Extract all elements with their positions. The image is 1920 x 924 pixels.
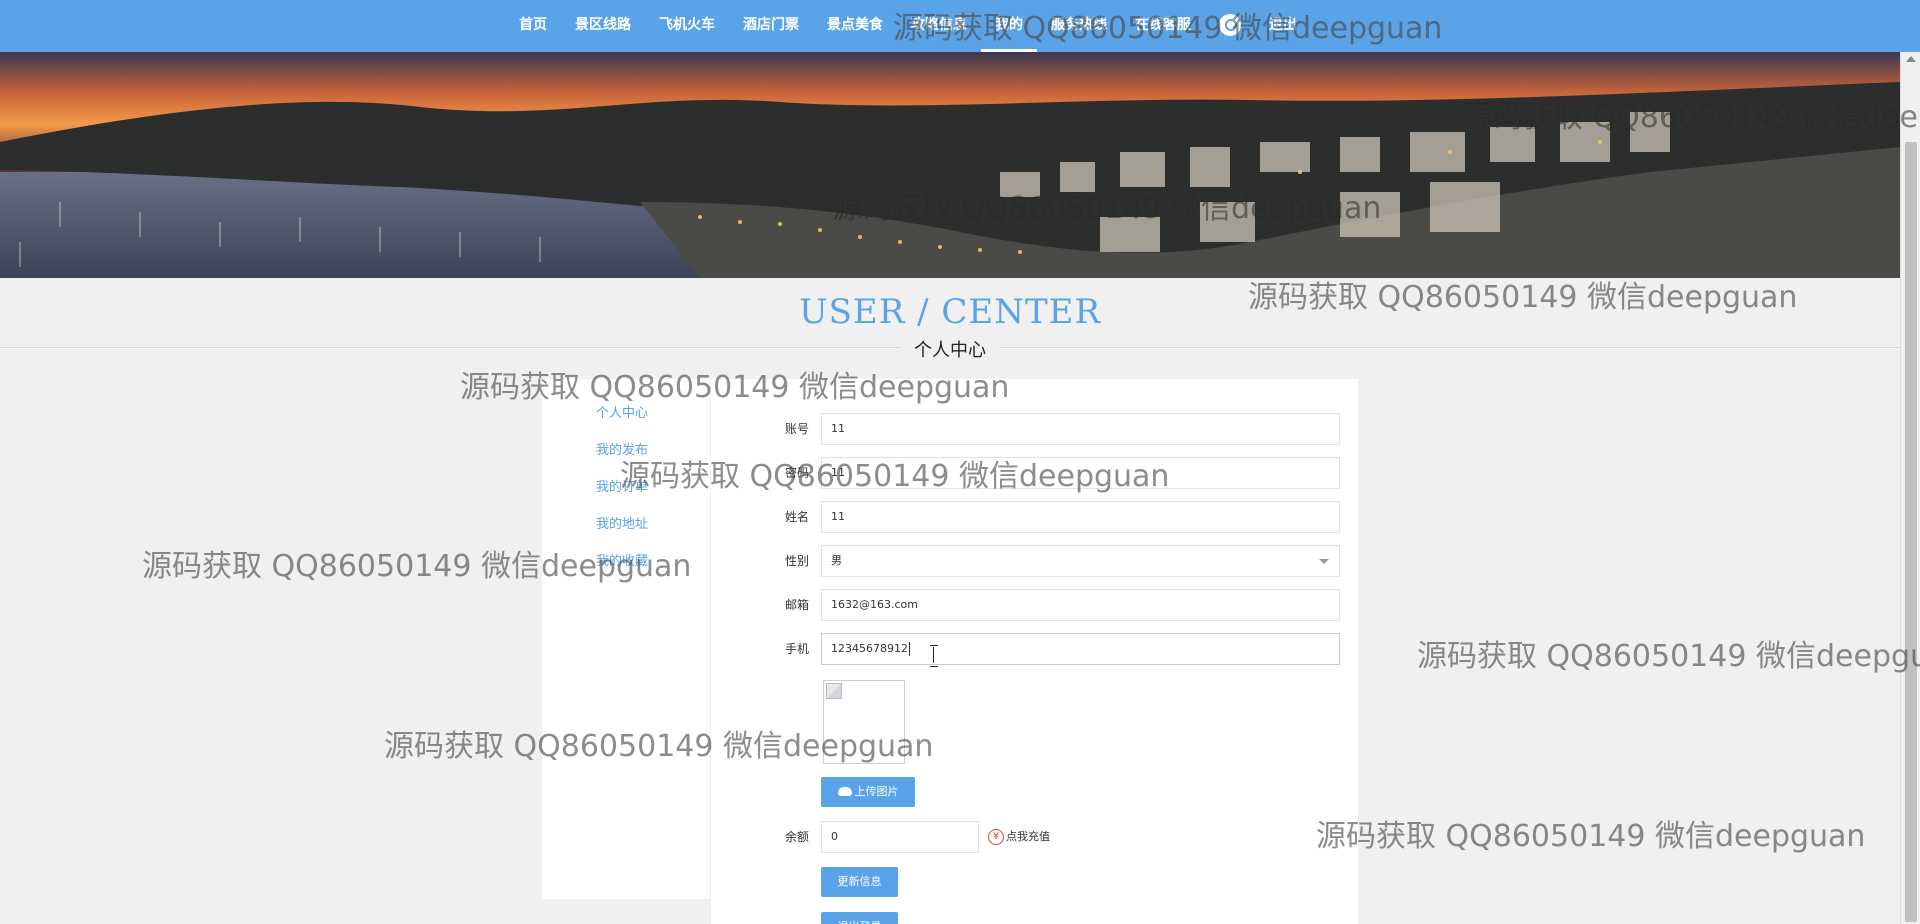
chevron-down-icon <box>1319 559 1329 564</box>
nav-item-scenic-food[interactable]: 景点美食 <box>813 0 897 52</box>
phone-label: 手机 <box>784 642 809 656</box>
nav-item-hotel-tickets[interactable]: 酒店门票 <box>729 0 813 52</box>
upload-image-button[interactable]: 上传图片 <box>821 777 915 807</box>
phone-field[interactable]: 12345678912 <box>821 633 1340 665</box>
hero-banner <box>0 52 1900 278</box>
yen-icon: ¥ <box>988 829 1004 845</box>
watermark: 源码获取 QQ86050149 微信deepguan <box>1316 819 1866 854</box>
sidebar-item-my-posts[interactable]: 我的发布 <box>596 439 648 458</box>
gender-select-value: 男 <box>831 554 842 567</box>
email-field[interactable]: 1632@163.com <box>821 589 1340 621</box>
nav-item-home[interactable]: 首页 <box>505 0 561 52</box>
nav-item-guides[interactable]: 攻略信息 <box>897 0 981 52</box>
nav-item-hotline[interactable]: 服务热线 <box>1037 0 1121 52</box>
upload-image-label: 上传图片 <box>854 785 899 798</box>
text-caret <box>908 642 910 656</box>
user-center-sidebar: 个人中心 我的发布 我的订单 我的地址 我的收藏 <box>542 379 710 899</box>
phone-field-value: 12345678912 <box>831 642 908 655</box>
top-navbar: 首页 景区线路 飞机火车 酒店门票 景点美食 攻略信息 我的 服务热线 在线客服… <box>0 0 1920 52</box>
page-title-cn: 个人中心 <box>900 336 1000 362</box>
account-label: 账号 <box>784 422 809 436</box>
cloud-upload-icon <box>837 786 852 796</box>
page-scrollbar[interactable] <box>1900 52 1920 924</box>
nav-item-flights-trains[interactable]: 飞机火车 <box>645 0 729 52</box>
nav-item-logout[interactable]: 退出 <box>1255 0 1311 52</box>
avatar-image-preview <box>823 680 905 764</box>
gender-label: 性别 <box>784 554 809 568</box>
balance-label: 余额 <box>784 830 809 844</box>
password-label: 密码 <box>784 466 809 480</box>
recharge-label: 点我充值 <box>1006 830 1050 843</box>
sidebar-item-profile[interactable]: 个人中心 <box>596 402 648 421</box>
page-title-en: USER / CENTER <box>798 292 1102 332</box>
password-field[interactable]: 11 <box>821 457 1340 489</box>
scrollbar-thumb[interactable] <box>1905 142 1917 922</box>
watermark: 源码获取 QQ86050149 微信deepguan <box>1417 639 1920 674</box>
page: 首页 景区线路 飞机火车 酒店门票 景点美食 攻略信息 我的 服务热线 在线客服… <box>0 0 1920 924</box>
coastal-town-banner-image <box>0 52 1900 278</box>
recharge-link[interactable]: ¥ 点我充值 <box>988 821 1050 853</box>
nav-items: 首页 景区线路 飞机火车 酒店门票 景点美食 攻略信息 我的 服务热线 在线客服… <box>505 0 1311 52</box>
circle-logo-icon <box>1219 14 1241 36</box>
gender-select[interactable]: 男 <box>821 545 1340 577</box>
text-cursor-icon <box>930 645 938 667</box>
email-label: 邮箱 <box>784 598 809 612</box>
sidebar-item-my-favorites[interactable]: 我的收藏 <box>596 550 648 569</box>
logout-button[interactable]: 退出登录 <box>821 912 898 924</box>
name-label: 姓名 <box>784 510 809 524</box>
nav-logo[interactable] <box>1205 0 1255 52</box>
account-field[interactable]: 11 <box>821 413 1340 445</box>
nav-item-scenic-routes[interactable]: 景区线路 <box>561 0 645 52</box>
update-info-button[interactable]: 更新信息 <box>821 867 898 897</box>
balance-field: 0 <box>821 821 979 853</box>
sidebar-item-my-address[interactable]: 我的地址 <box>596 513 648 532</box>
name-field[interactable]: 11 <box>821 501 1340 533</box>
sidebar-item-my-orders[interactable]: 我的订单 <box>596 476 648 495</box>
nav-item-online-service[interactable]: 在线客服 <box>1121 0 1205 52</box>
nav-item-mine[interactable]: 我的 <box>981 0 1037 52</box>
scroll-up-arrow-icon[interactable] <box>1906 56 1916 62</box>
profile-form: 账号 11 密码 11 姓名 11 性别 男 邮箱 1632@163.com 手… <box>711 379 1358 924</box>
